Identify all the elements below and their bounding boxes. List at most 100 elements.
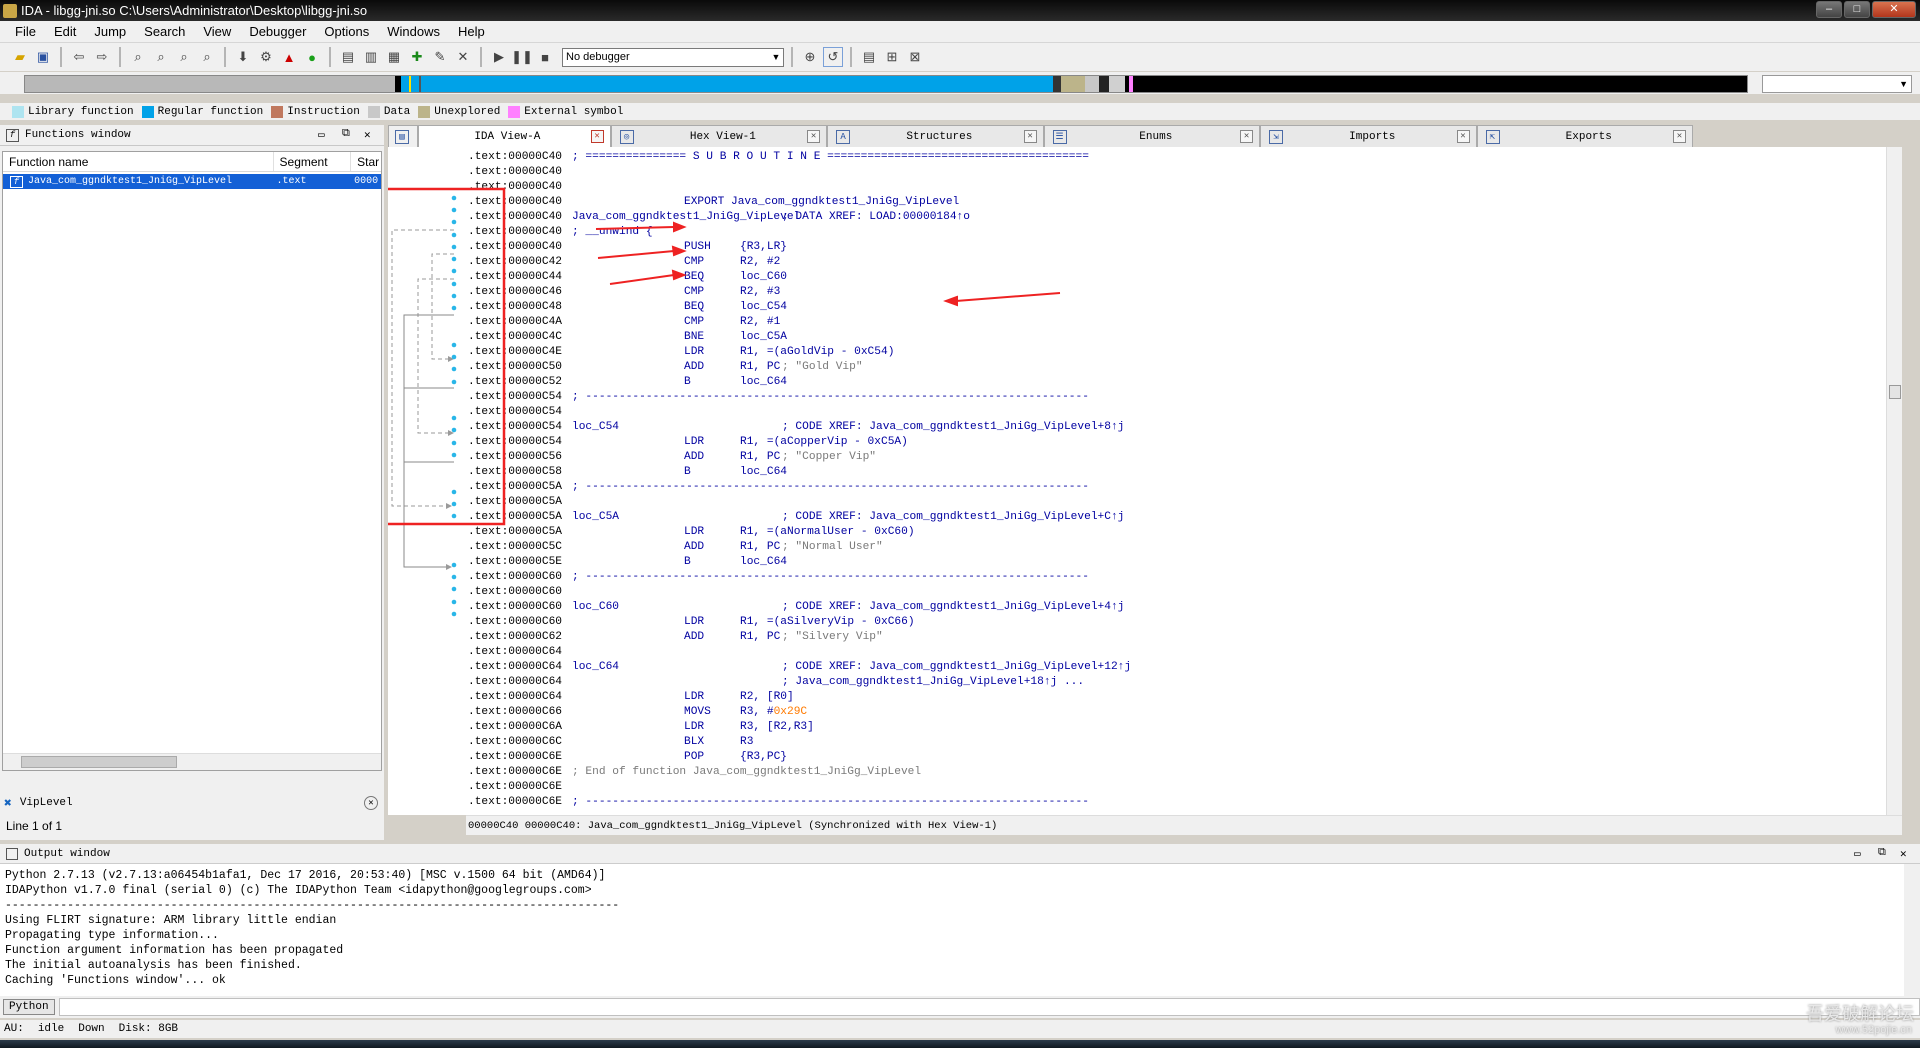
navigation-band[interactable] [24, 75, 1748, 93]
stop-icon[interactable]: ■ [535, 47, 555, 67]
close-pane-icon[interactable]: ✕ [1900, 847, 1907, 861]
column-segment[interactable]: Segment [274, 152, 352, 171]
legend-label: Regular function [157, 105, 264, 118]
float-pane-icon[interactable]: ⧉ [1878, 847, 1886, 859]
run-green-icon[interactable]: ● [302, 47, 322, 67]
tab-close-icon[interactable]: ✕ [1023, 130, 1037, 143]
clear-filter-icon[interactable]: ✕ [364, 796, 378, 810]
menu-view[interactable]: View [194, 24, 240, 39]
tab-close-icon[interactable]: ✕ [590, 130, 604, 143]
vertical-scrollbar[interactable] [1886, 147, 1902, 815]
toolbar-separator [329, 47, 331, 67]
stop-x-icon[interactable]: ✕ [453, 47, 473, 67]
filter-close-icon[interactable]: ✖ [4, 796, 12, 811]
tab-enums[interactable]: ☰ Enums ✕ [1043, 125, 1261, 147]
forward-arrow-icon[interactable]: ⇨ [92, 47, 112, 67]
tab-overview[interactable]: ▤ [388, 125, 418, 147]
interpreter-button[interactable]: Python [3, 999, 55, 1015]
minimize-button[interactable]: – [1816, 1, 1842, 18]
column-start[interactable]: Star [351, 152, 381, 171]
imports-icon: ⇲ [1269, 129, 1284, 144]
structure-tools-icon[interactable]: ⊠ [905, 47, 925, 67]
tab-close-icon[interactable]: ✕ [807, 130, 821, 143]
toolbar-separator [224, 47, 226, 67]
filter-input[interactable] [19, 797, 320, 809]
function-start: 0000 [351, 174, 381, 189]
menu-file[interactable]: File [6, 24, 45, 39]
down-arrow-icon[interactable]: ⬇ [233, 47, 253, 67]
save-icon[interactable]: ▣ [33, 47, 53, 67]
tools-icon[interactable]: ✎ [430, 47, 450, 67]
graph-icon[interactable]: ▲ [279, 47, 299, 67]
calls-icon[interactable]: ▦ [384, 47, 404, 67]
back-arrow-icon[interactable]: ⇦ [69, 47, 89, 67]
status-state: idle [37, 1023, 65, 1035]
hierarchy-icon[interactable]: ⊞ [882, 47, 902, 67]
status-au: AU: [4, 1023, 24, 1035]
nav-dropdown[interactable]: ▼ [1762, 75, 1912, 93]
functions-window-title: Functions window [25, 129, 131, 141]
functions-list: Function name Segment Star f Java_com_ggn… [2, 151, 382, 771]
nav-seg-dark [1099, 76, 1109, 92]
tab-close-icon[interactable]: ✕ [1240, 130, 1254, 143]
red-arrow-bne [609, 274, 675, 285]
search-binary-icon[interactable]: ⌕ [174, 47, 194, 67]
restore-pane-icon[interactable]: ▭ [318, 128, 325, 142]
legend: Library function Regular function Instru… [0, 103, 1920, 120]
menu-edit[interactable]: Edit [45, 24, 85, 39]
close-pane-icon[interactable]: ✕ [364, 128, 371, 142]
tab-ida-view-a[interactable]: IDA View-A ✕ [418, 125, 611, 147]
search-immediate-icon[interactable]: ⌕ [197, 47, 217, 67]
xref-icon[interactable]: ▥ [361, 47, 381, 67]
ida-view-a[interactable]: .text:00000C40; =============== S U B R … [388, 147, 1902, 815]
tab-imports[interactable]: ⇲ Imports ✕ [1260, 125, 1477, 147]
scrollbar-thumb[interactable] [1889, 385, 1901, 399]
command-input[interactable] [58, 998, 1920, 1016]
close-button[interactable]: ✕ [1872, 1, 1916, 18]
status-bar: AU: idle Down Disk: 8GB [0, 1020, 1920, 1038]
column-function-name[interactable]: Function name [3, 152, 274, 171]
search-text-icon[interactable]: ⌕ [151, 47, 171, 67]
legend-item: Library function [12, 105, 134, 118]
restore-pane-icon[interactable]: ▭ [1854, 847, 1861, 861]
menu-windows[interactable]: Windows [378, 24, 449, 39]
menu-jump[interactable]: Jump [85, 24, 135, 39]
binoculars-icon[interactable]: ⌕ [128, 47, 148, 67]
legend-swatch [367, 105, 380, 118]
horizontal-scrollbar[interactable] [3, 753, 381, 770]
chart-icon[interactable]: ▤ [338, 47, 358, 67]
pause-icon[interactable]: ❚❚ [511, 47, 533, 67]
patch-icon[interactable]: ⚙ [256, 47, 276, 67]
tab-hex-view-1[interactable]: ◎ Hex View-1 ✕ [610, 125, 828, 147]
output-window: Output window ▭ ⧉ ✕ Python 2.7.13 (v2.7.… [0, 844, 1920, 1004]
play-icon[interactable]: ▶ [489, 47, 509, 67]
menu-help[interactable]: Help [449, 24, 494, 39]
output-window-header: Output window ▭ ⧉ ✕ [0, 844, 1920, 864]
graph-overview-icon: ▤ [395, 129, 409, 144]
output-window-title: Output window [24, 847, 110, 860]
window-title: IDA - libgg-jni.so C:\Users\Administrato… [21, 3, 368, 18]
debugger-select[interactable]: No debugger ▼ [562, 47, 784, 67]
menu-options[interactable]: Options [315, 24, 378, 39]
breakpoint-icon[interactable]: ⊕ [800, 47, 820, 67]
toolbar-separator [119, 47, 121, 67]
menu-debugger[interactable]: Debugger [240, 24, 315, 39]
arrowhead [943, 295, 958, 307]
tab-structures[interactable]: A Structures ✕ [827, 125, 1044, 147]
scrollbar-thumb[interactable] [21, 756, 177, 768]
trace-icon[interactable]: ↺ [823, 47, 843, 67]
float-pane-icon[interactable]: ⧉ [342, 128, 350, 140]
function-row[interactable]: f Java_com_ggndktest1_JniGg_VipLevel .tex… [3, 174, 381, 189]
nav-seg-data [1085, 76, 1099, 92]
tab-close-icon[interactable]: ✕ [1672, 130, 1686, 143]
nav-seg-regular [411, 76, 419, 92]
maximize-button[interactable]: □ [1844, 1, 1870, 18]
plugin-icon[interactable]: ✚ [407, 47, 427, 67]
vertical-scrollbar[interactable] [1904, 864, 1920, 1004]
segments-icon[interactable]: ▤ [859, 47, 879, 67]
open-folder-icon[interactable]: ▰ [10, 47, 30, 67]
tab-exports[interactable]: ⇱ Exports ✕ [1476, 125, 1693, 147]
status-disk: Disk: 8GB [118, 1023, 179, 1035]
menu-search[interactable]: Search [135, 24, 194, 39]
tab-close-icon[interactable]: ✕ [1456, 130, 1470, 143]
